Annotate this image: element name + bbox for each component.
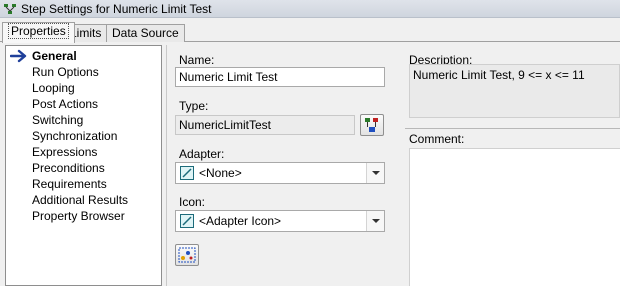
comment-input[interactable] bbox=[409, 148, 620, 286]
tab-strip: Properties Limits Data Source bbox=[0, 22, 620, 43]
browse-icon bbox=[178, 247, 196, 263]
name-label: Name: bbox=[179, 53, 215, 67]
adapter-icon bbox=[180, 214, 194, 228]
general-panel: Name: Numeric Limit Test Type: NumericLi… bbox=[166, 45, 404, 286]
edit-type-button[interactable] bbox=[360, 114, 384, 136]
window-title: Step Settings for Numeric Limit Test bbox=[21, 1, 212, 16]
adapter-value: <None> bbox=[199, 166, 242, 180]
tab-label: Data Source bbox=[112, 26, 179, 40]
description-panel: Description: Numeric Limit Test, 9 <= x … bbox=[405, 45, 620, 286]
nav-item-synchronization[interactable]: Synchronization bbox=[32, 128, 117, 144]
nav-item-additional-results[interactable]: Additional Results bbox=[32, 192, 128, 208]
adapter-label: Adapter: bbox=[179, 147, 225, 161]
nav-item-preconditions[interactable]: Preconditions bbox=[32, 160, 105, 176]
category-list: General Run Options Looping Post Actions… bbox=[5, 45, 162, 286]
nav-item-post-actions[interactable]: Post Actions bbox=[32, 96, 98, 112]
icon-label: Icon: bbox=[179, 195, 206, 209]
tab-data-source[interactable]: Data Source bbox=[106, 24, 185, 42]
browse-icon-button[interactable] bbox=[175, 244, 199, 266]
type-field: NumericLimitTest bbox=[175, 115, 355, 135]
tab-properties[interactable]: Properties bbox=[2, 22, 75, 43]
name-input[interactable]: Numeric Limit Test bbox=[175, 67, 385, 87]
title-bar: Step Settings for Numeric Limit Test bbox=[0, 0, 620, 18]
type-label: Type: bbox=[179, 99, 209, 113]
description-field: Numeric Limit Test, 9 <= x <= 11 bbox=[409, 64, 620, 118]
nav-item-switching[interactable]: Switching bbox=[32, 112, 83, 128]
comment-label: Comment: bbox=[409, 132, 465, 146]
chevron-down-icon[interactable] bbox=[366, 211, 384, 231]
adapter-select[interactable]: <None> bbox=[175, 162, 385, 184]
arrow-right-icon bbox=[10, 49, 27, 63]
steps-icon bbox=[4, 3, 16, 14]
nav-item-general[interactable]: General bbox=[32, 48, 77, 64]
nav-item-property-browser[interactable]: Property Browser bbox=[32, 208, 125, 224]
nav-item-expressions[interactable]: Expressions bbox=[32, 144, 97, 160]
adapter-icon bbox=[180, 166, 194, 180]
icon-value: <Adapter Icon> bbox=[199, 214, 282, 228]
nav-item-requirements[interactable]: Requirements bbox=[32, 176, 107, 192]
edit-type-icon bbox=[365, 118, 378, 132]
nav-item-run-options[interactable]: Run Options bbox=[32, 64, 99, 80]
nav-item-looping[interactable]: Looping bbox=[32, 80, 75, 96]
divider[interactable] bbox=[405, 128, 620, 129]
chevron-down-icon[interactable] bbox=[366, 163, 384, 183]
tab-label: Properties bbox=[8, 23, 69, 39]
icon-select[interactable]: <Adapter Icon> bbox=[175, 210, 385, 232]
